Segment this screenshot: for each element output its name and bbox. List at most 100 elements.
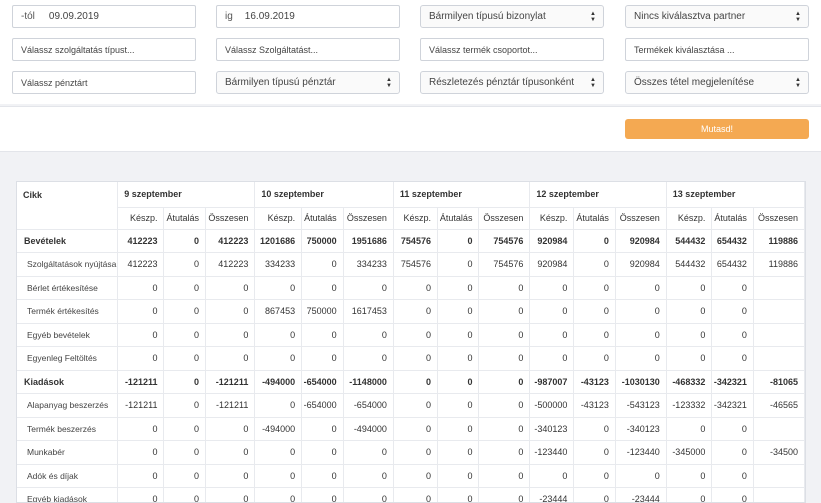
- cashbox-type-select[interactable]: Bármilyen típusú pénztár ▲ ▼: [216, 71, 400, 94]
- table-cell: -500000: [529, 393, 575, 418]
- table-cell: 0: [205, 417, 256, 441]
- table-row: Kiadások -121211 0 -121211 -494000 -654000 -11…: [17, 370, 805, 394]
- service-select[interactable]: Válassz Szolgáltatást...: [216, 38, 400, 61]
- row-label: Szolgáltatások nyújtása: [17, 252, 119, 277]
- table-cell: 0: [437, 440, 480, 465]
- table-cell: 0: [301, 417, 344, 441]
- table-cell: 0: [393, 464, 438, 488]
- partner-value: Nincs kiválasztva partner: [634, 11, 746, 22]
- sub-column-header: Átutalás: [163, 207, 206, 230]
- table-cell: 0: [437, 323, 480, 347]
- show-button[interactable]: Mutasd!: [625, 119, 809, 139]
- partner-select[interactable]: Nincs kiválasztva partner ▲ ▼: [625, 5, 809, 28]
- table-cell: 0: [301, 323, 344, 347]
- cashbox-select[interactable]: Válassz pénztárt: [12, 71, 196, 94]
- row-label: Bevételek: [17, 229, 119, 253]
- report-table-container[interactable]: Cikk 9 szeptember 10 szeptember 11 szept…: [16, 181, 806, 503]
- table-cell: 0: [666, 417, 713, 441]
- table-cell: 0: [529, 464, 575, 488]
- table-cell: 750000: [301, 299, 344, 324]
- table-cell: 0: [437, 252, 480, 277]
- table-cell: -543123: [615, 393, 667, 418]
- table-cell: 412223: [117, 252, 165, 277]
- row-label: Munkabér: [17, 440, 119, 465]
- table-cell: 920984: [615, 252, 667, 277]
- table-cell: 0: [393, 370, 438, 394]
- table-cell: -494000: [254, 417, 303, 441]
- day-header: 13 szeptember: [666, 182, 805, 208]
- table-cell: 0: [573, 464, 616, 488]
- document-type-value: Bármilyen típusú bizonylat: [429, 11, 546, 22]
- service-placeholder: Válassz Szolgáltatást...: [225, 44, 319, 55]
- table-cell: 0: [343, 487, 394, 502]
- table-cell: 0: [478, 370, 531, 394]
- table-cell: 0: [437, 299, 480, 324]
- table-cell: 0: [117, 323, 165, 347]
- sub-column-header: Készp.: [393, 207, 438, 230]
- table-cell: 0: [301, 440, 344, 465]
- sub-column-header: Összesen: [753, 207, 805, 230]
- table-row: Bevételek 412223 0 412223 1201686 750000 19516…: [17, 229, 805, 253]
- sub-column-header: Készp.: [117, 207, 165, 230]
- table-cell: 0: [117, 464, 165, 488]
- table-cell: 0: [393, 346, 438, 371]
- table-cell: -43123: [573, 393, 616, 418]
- table-cell: 0: [117, 299, 165, 324]
- table-cell: -342321: [711, 393, 754, 418]
- sub-column-header: Összesen: [615, 207, 667, 230]
- table-cell: -121211: [117, 370, 165, 394]
- product-select[interactable]: Termékek kiválasztása ...: [625, 38, 809, 61]
- date-from-field[interactable]: -tól 09.09.2019: [12, 5, 196, 28]
- table-cell: 0: [393, 276, 438, 300]
- table-cell: 0: [437, 487, 480, 502]
- table-cell: 0: [254, 464, 303, 488]
- row-label: Bérlet értékesítése: [17, 276, 119, 300]
- table-cell: 0: [711, 323, 754, 347]
- date-to-field[interactable]: ig 16.09.2019: [216, 5, 400, 28]
- table-cell: 0: [163, 229, 206, 253]
- select-arrows-icon: ▲ ▼: [795, 77, 801, 89]
- table-cell: 0: [163, 299, 206, 324]
- product-group-select[interactable]: Válassz termék csoportot...: [420, 38, 604, 61]
- table-cell: 0: [529, 346, 575, 371]
- table-cell: 0: [163, 464, 206, 488]
- table-cell: -121211: [205, 370, 256, 394]
- table-cell: 0: [478, 346, 531, 371]
- table-cell: [753, 299, 805, 324]
- table-cell: 0: [343, 464, 394, 488]
- table-cell: 0: [478, 464, 531, 488]
- table-cell: 920984: [529, 229, 575, 253]
- show-items-value: Összes tétel megjelenítése: [634, 77, 755, 88]
- table-cell: 0: [301, 276, 344, 300]
- sub-column-header: Összesen: [205, 207, 256, 230]
- table-cell: 0: [711, 346, 754, 371]
- table-cell: 0: [393, 393, 438, 418]
- table-cell: 0: [437, 370, 480, 394]
- table-cell: -345000: [666, 440, 713, 465]
- table-cell: 0: [573, 252, 616, 277]
- row-label: Termék beszerzés: [17, 417, 119, 441]
- show-items-select[interactable]: Összes tétel megjelenítése ▲ ▼: [625, 71, 809, 94]
- table-row: Alapanyag beszerzés -121211 0 -121211 0 -6540…: [17, 393, 805, 418]
- table-cell: 0: [343, 276, 394, 300]
- detail-mode-select[interactable]: Részletezés pénztár típusonként ▲ ▼: [420, 71, 604, 94]
- table-cell: 750000: [301, 229, 344, 253]
- table-cell: 0: [117, 440, 165, 465]
- table-cell: 754576: [393, 252, 438, 277]
- table-cell: 0: [615, 464, 667, 488]
- table-cell: 0: [529, 276, 575, 300]
- table-cell: 0: [393, 417, 438, 441]
- table-cell: 0: [666, 464, 713, 488]
- service-type-select[interactable]: Válassz szolgáltatás típust...: [12, 38, 196, 61]
- table-cell: 0: [254, 323, 303, 347]
- table-cell: 0: [254, 276, 303, 300]
- table-row: Termék értékesítés 0 0 0 867453 750000 1617453…: [17, 299, 805, 324]
- row-label: Adók és díjak: [17, 464, 119, 488]
- document-type-select[interactable]: Bármilyen típusú bizonylat ▲ ▼: [420, 5, 604, 28]
- table-cell: 920984: [529, 252, 575, 277]
- sub-column-header: Készp.: [666, 207, 713, 230]
- table-cell: 0: [301, 487, 344, 502]
- row-label: Egyéb kiadások: [17, 487, 119, 502]
- table-cell: [753, 487, 805, 502]
- table-cell: 0: [437, 417, 480, 441]
